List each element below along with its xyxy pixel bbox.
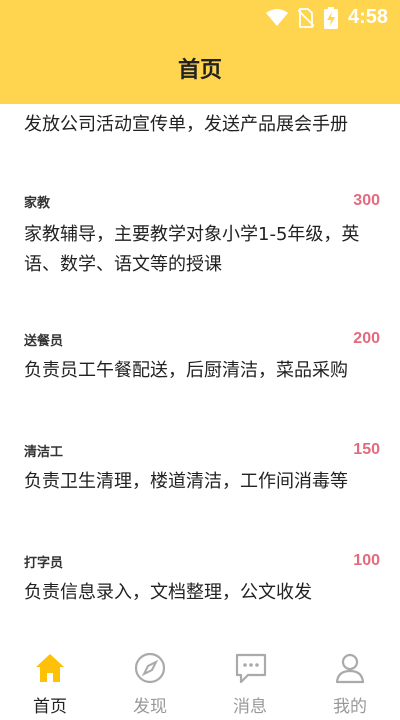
- page-title: 首页: [177, 58, 222, 83]
- app-header: 4:58 首页: [0, 0, 400, 104]
- job-title: 清洁工: [24, 445, 64, 460]
- compass-icon: [134, 652, 166, 684]
- job-pay: 300: [353, 192, 380, 209]
- job-description: 负责员工午餐配送，后厨清洁，菜品采购: [24, 360, 348, 381]
- tab-label: 首页: [33, 697, 67, 717]
- tab-label: 我的: [333, 697, 367, 717]
- job-title: 打字员: [24, 556, 64, 571]
- tab-label: 发现: [133, 697, 167, 717]
- job-title: 家教: [24, 196, 51, 211]
- tab-discover[interactable]: 发现: [100, 640, 200, 720]
- message-icon: [235, 653, 267, 684]
- job-description: 负责卫生清理，楼道清洁，工作间消毒等: [24, 471, 348, 492]
- job-list[interactable]: 发放公司活动宣传单，发送产品展会手册 家教 300 家教辅导，主要教学对象小学1…: [0, 104, 400, 640]
- job-description: 家教辅导，主要教学对象小学1-5年级，英语、数学、语文等的授课: [24, 224, 360, 275]
- tab-home[interactable]: 首页: [0, 640, 100, 720]
- wifi-icon: [265, 8, 288, 26]
- status-time: 4:58: [347, 6, 388, 28]
- bottom-tab-bar: 首页 发现 消息 我的: [0, 640, 400, 720]
- tab-profile[interactable]: 我的: [300, 640, 400, 720]
- tab-label: 消息: [233, 697, 267, 717]
- job-pay: 150: [353, 441, 380, 458]
- user-icon: [335, 653, 365, 684]
- home-icon: [36, 654, 64, 682]
- battery-charging-icon: [323, 6, 338, 29]
- job-description: 负责信息录入，文档整理，公文收发: [24, 582, 312, 603]
- status-bar: 4:58: [0, 0, 400, 36]
- job-pay: 200: [353, 330, 380, 347]
- job-title: 送餐员: [24, 334, 64, 349]
- job-description[interactable]: 发放公司活动宣传单，发送产品展会手册: [24, 110, 348, 136]
- tab-messages[interactable]: 消息: [200, 640, 300, 720]
- job-pay: 100: [353, 552, 380, 569]
- no-sim-icon: [297, 7, 314, 28]
